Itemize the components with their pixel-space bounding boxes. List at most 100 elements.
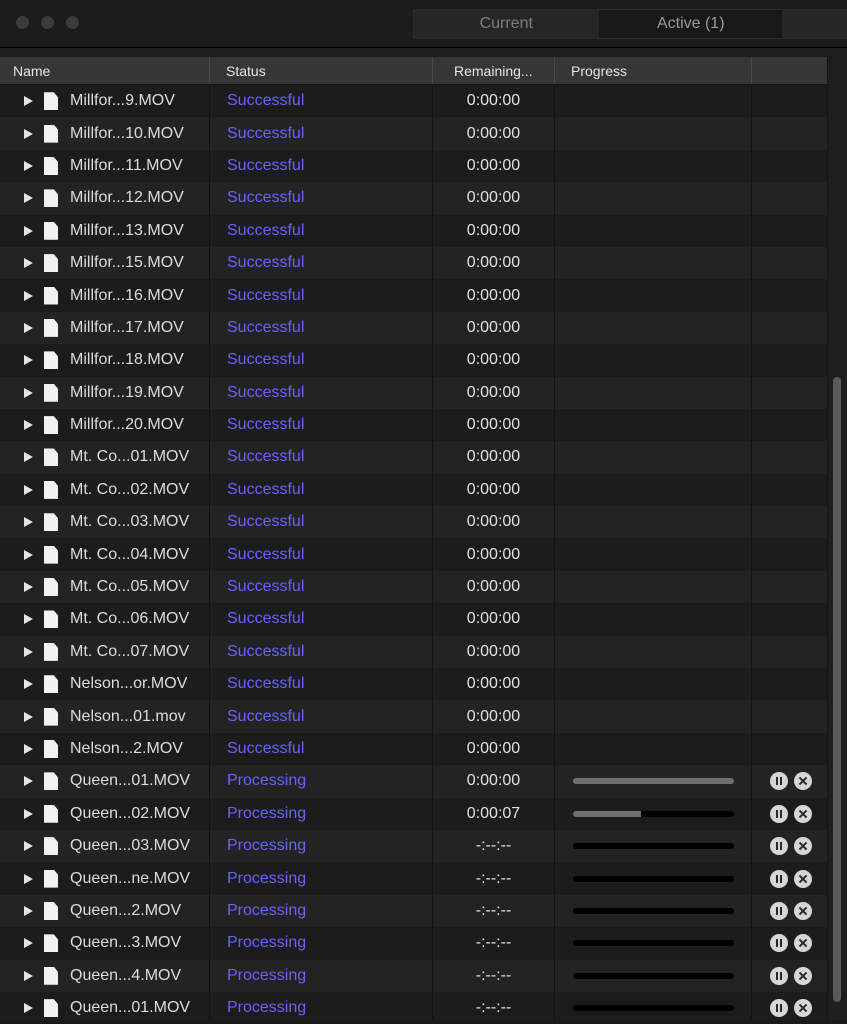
name-cell: Millfor...18.MOV	[0, 344, 210, 377]
pause-icon[interactable]	[770, 999, 788, 1018]
disclosure-triangle-icon[interactable]	[24, 387, 33, 398]
table-row[interactable]: Mt. Co...01.MOV Successful 0:00:00	[0, 441, 827, 474]
name-cell: Queen...01.MOV	[0, 765, 210, 798]
table-row[interactable]: Millfor...18.MOV Successful 0:00:00	[0, 344, 827, 377]
table-row[interactable]: Mt. Co...05.MOV Successful 0:00:00	[0, 570, 827, 604]
column-header-progress[interactable]: Progress	[555, 57, 752, 84]
zoom-window-icon[interactable]	[66, 16, 79, 29]
pause-icon[interactable]	[770, 804, 788, 823]
table-row[interactable]: Queen...4.MOV Processing -:--:--	[0, 959, 827, 992]
disclosure-triangle-icon[interactable]	[24, 776, 33, 787]
table-row[interactable]: Nelson...2.MOV Successful 0:00:00	[0, 732, 827, 766]
table-row[interactable]: Nelson...or.MOV Successful 0:00:00	[0, 668, 827, 701]
disclosure-triangle-icon[interactable]	[24, 744, 33, 754]
remaining-cell: 0:00:00	[433, 311, 555, 345]
disclosure-triangle-icon[interactable]	[24, 322, 33, 333]
table-row[interactable]: Millfor...20.MOV Successful 0:00:00	[0, 408, 827, 442]
disclosure-triangle-icon[interactable]	[24, 290, 33, 301]
table-row[interactable]: Millfor...9.MOV Successful 0:00:00	[0, 85, 827, 118]
disclosure-triangle-icon[interactable]	[24, 128, 33, 139]
remaining-time: 0:00:00	[466, 707, 521, 725]
disclosure-triangle-icon[interactable]	[24, 484, 33, 495]
table-row[interactable]: Queen...3.MOV Processing -:--:--	[0, 927, 827, 960]
table-row[interactable]: Queen...03.MOV Processing -:--:--	[0, 829, 827, 863]
pause-icon[interactable]	[770, 966, 788, 985]
table-row[interactable]: Millfor...19.MOV Successful 0:00:00	[0, 376, 827, 409]
minimize-window-icon[interactable]	[41, 16, 54, 29]
tab-current[interactable]: Current	[414, 10, 599, 38]
disclosure-triangle-icon[interactable]	[24, 225, 33, 236]
cancel-icon[interactable]	[794, 934, 812, 953]
cancel-icon[interactable]	[794, 772, 812, 791]
pause-icon[interactable]	[770, 772, 788, 791]
disclosure-triangle-icon[interactable]	[24, 905, 33, 916]
pause-icon[interactable]	[770, 934, 788, 953]
table-row[interactable]: Millfor...13.MOV Successful 0:00:00	[0, 214, 827, 247]
disclosure-triangle-icon[interactable]	[24, 452, 33, 463]
disclosure-triangle-icon[interactable]	[24, 679, 33, 690]
cancel-icon[interactable]	[794, 901, 812, 920]
file-name: Millfor...17.MOV	[70, 318, 184, 336]
table-row[interactable]: Queen...ne.MOV Processing -:--:--	[0, 862, 827, 895]
cancel-icon[interactable]	[794, 804, 812, 823]
pause-icon[interactable]	[770, 901, 788, 920]
disclosure-triangle-icon[interactable]	[24, 549, 33, 560]
disclosure-triangle-icon[interactable]	[24, 160, 33, 171]
table-row[interactable]: Millfor...17.MOV Successful 0:00:00	[0, 311, 827, 345]
column-header-name[interactable]: Name	[0, 57, 210, 84]
disclosure-triangle-icon[interactable]	[24, 938, 33, 949]
status-cell: Successful	[210, 570, 433, 604]
progress-cell	[555, 408, 752, 442]
table-row[interactable]: Mt. Co...04.MOV Successful 0:00:00	[0, 538, 827, 571]
table-row[interactable]: Mt. Co...06.MOV Successful 0:00:00	[0, 603, 827, 636]
table-row[interactable]: Millfor...16.MOV Successful 0:00:00	[0, 279, 827, 312]
status-cell: Successful	[210, 538, 433, 571]
cancel-icon[interactable]	[794, 869, 812, 888]
tab-bar-filler	[782, 9, 847, 39]
table-row[interactable]: Mt. Co...03.MOV Successful 0:00:00	[0, 506, 827, 539]
actions-cell	[752, 538, 827, 570]
disclosure-triangle-icon[interactable]	[24, 193, 33, 204]
disclosure-triangle-icon[interactable]	[24, 873, 33, 884]
disclosure-triangle-icon[interactable]	[24, 614, 33, 625]
disclosure-triangle-icon[interactable]	[24, 517, 33, 528]
cancel-icon[interactable]	[794, 999, 812, 1018]
remaining-time: 0:00:00	[466, 318, 521, 336]
remaining-time: 0:00:00	[466, 416, 521, 434]
table-row[interactable]: Mt. Co...02.MOV Successful 0:00:00	[0, 473, 827, 507]
table-row[interactable]: Nelson...01.mov Successful 0:00:00	[0, 700, 827, 733]
disclosure-triangle-icon[interactable]	[24, 970, 33, 981]
disclosure-triangle-icon[interactable]	[24, 355, 33, 366]
remaining-time: 0:00:00	[466, 92, 521, 110]
table-row[interactable]: Millfor...11.MOV Successful 0:00:00	[0, 149, 827, 183]
scrollbar-thumb[interactable]	[833, 377, 841, 1002]
disclosure-triangle-icon[interactable]	[24, 841, 33, 852]
disclosure-triangle-icon[interactable]	[24, 258, 33, 269]
table-row[interactable]: Millfor...12.MOV Successful 0:00:00	[0, 182, 827, 215]
column-header-status[interactable]: Status	[210, 57, 433, 84]
table-row[interactable]: Millfor...10.MOV Successful 0:00:00	[0, 117, 827, 150]
cancel-icon[interactable]	[794, 966, 812, 985]
pause-icon[interactable]	[770, 837, 788, 856]
disclosure-triangle-icon[interactable]	[24, 420, 33, 431]
table-row[interactable]: Queen...01.MOV Processing 0:00:00	[0, 765, 827, 798]
column-header-remaining[interactable]: Remaining...	[433, 57, 555, 84]
table-row[interactable]: Queen...2.MOV Processing -:--:--	[0, 894, 827, 928]
pause-icon[interactable]	[770, 869, 788, 888]
table-row[interactable]: Millfor...15.MOV Successful 0:00:00	[0, 246, 827, 280]
remaining-cell: 0:00:00	[433, 765, 555, 798]
table-row[interactable]: Queen...02.MOV Processing 0:00:07	[0, 797, 827, 830]
disclosure-triangle-icon[interactable]	[24, 711, 33, 722]
disclosure-triangle-icon[interactable]	[24, 646, 33, 657]
progress-cell	[555, 149, 752, 183]
close-window-icon[interactable]	[16, 16, 29, 29]
disclosure-triangle-icon[interactable]	[24, 96, 33, 107]
disclosure-triangle-icon[interactable]	[24, 1003, 33, 1014]
cancel-icon[interactable]	[794, 837, 812, 856]
actions-cell	[752, 636, 827, 668]
tab-active[interactable]: Active (1)	[598, 10, 783, 38]
disclosure-triangle-icon[interactable]	[24, 808, 33, 819]
vertical-scrollbar[interactable]	[827, 57, 847, 1024]
table-row[interactable]: Mt. Co...07.MOV Successful 0:00:00	[0, 635, 827, 669]
disclosure-triangle-icon[interactable]	[24, 582, 33, 593]
